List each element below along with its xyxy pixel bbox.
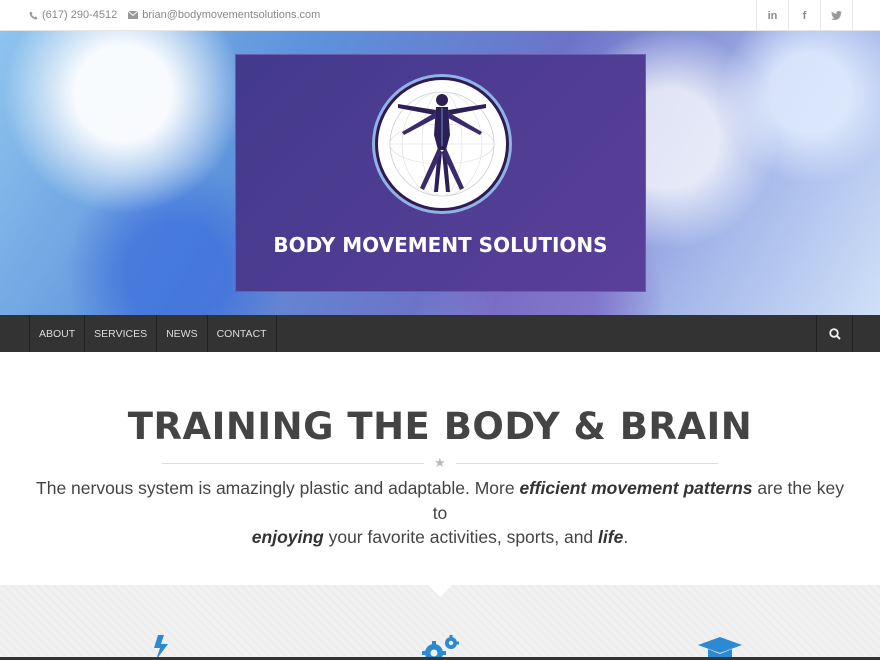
- intro-part3: your favorite activities, sports, and: [323, 527, 599, 547]
- search-button[interactable]: [816, 315, 853, 352]
- headline-divider: ★: [162, 455, 718, 471]
- social-links: in f: [756, 0, 853, 31]
- envelope-icon: [128, 11, 139, 19]
- nav-menu: ABOUT SERVICES NEWS CONTACT: [29, 315, 277, 352]
- intro-part1: The nervous system is amazingly plastic …: [36, 478, 520, 498]
- intro-emphasis-1: efficient movement patterns: [519, 478, 753, 498]
- twitter-icon: [831, 11, 842, 20]
- contact-info: (617) 290-4512 brian@bodymovementsolutio…: [29, 9, 320, 21]
- divider-line-right: [456, 463, 718, 464]
- facebook-button[interactable]: f: [789, 0, 821, 31]
- star-icon: ★: [434, 455, 446, 470]
- phone-link[interactable]: (617) 290-4512: [29, 9, 117, 21]
- intro-emphasis-2: enjoying: [251, 527, 324, 547]
- intro-text: The nervous system is amazingly plastic …: [30, 476, 850, 550]
- page-headline: TRAINING THE BODY & BRAIN: [127, 405, 753, 448]
- divider-line-left: [162, 463, 424, 464]
- email-address: brian@bodymovementsolutions.com: [142, 9, 321, 21]
- nav-item-news[interactable]: NEWS: [157, 315, 208, 352]
- phone-number: (617) 290-4512: [42, 9, 118, 21]
- nav-item-services[interactable]: SERVICES: [85, 315, 158, 352]
- nav-item-about[interactable]: ABOUT: [30, 315, 86, 352]
- section-pointer: [428, 585, 452, 597]
- top-bar: (617) 290-4512 brian@bodymovementsolutio…: [0, 0, 880, 31]
- vitruvian-man-logo: [375, 77, 509, 211]
- hero-banner: BODY MOVEMENT SOLUTIONS: [0, 31, 880, 315]
- nav-item-contact[interactable]: CONTACT: [208, 315, 277, 352]
- facebook-icon: f: [802, 9, 807, 22]
- search-icon: [828, 327, 841, 340]
- twitter-button[interactable]: [821, 0, 853, 31]
- logo-box[interactable]: BODY MOVEMENT SOLUTIONS: [235, 54, 646, 292]
- linkedin-icon: in: [767, 9, 778, 22]
- phone-icon: [29, 10, 38, 20]
- email-link[interactable]: brian@bodymovementsolutions.com: [128, 9, 320, 21]
- intro-emphasis-3: life: [598, 527, 624, 547]
- logo-title: BODY MOVEMENT SOLUTIONS: [273, 233, 608, 257]
- main-navigation: ABOUT SERVICES NEWS CONTACT: [0, 315, 880, 352]
- linkedin-button[interactable]: in: [757, 0, 789, 31]
- intro-part4: .: [623, 527, 629, 547]
